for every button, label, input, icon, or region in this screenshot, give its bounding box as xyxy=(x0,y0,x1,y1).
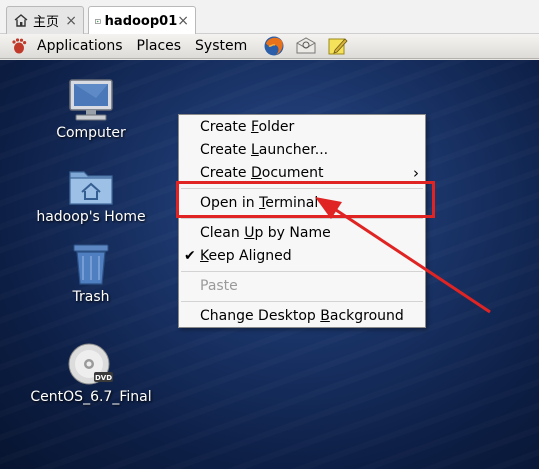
annotation-arrow xyxy=(315,197,491,314)
